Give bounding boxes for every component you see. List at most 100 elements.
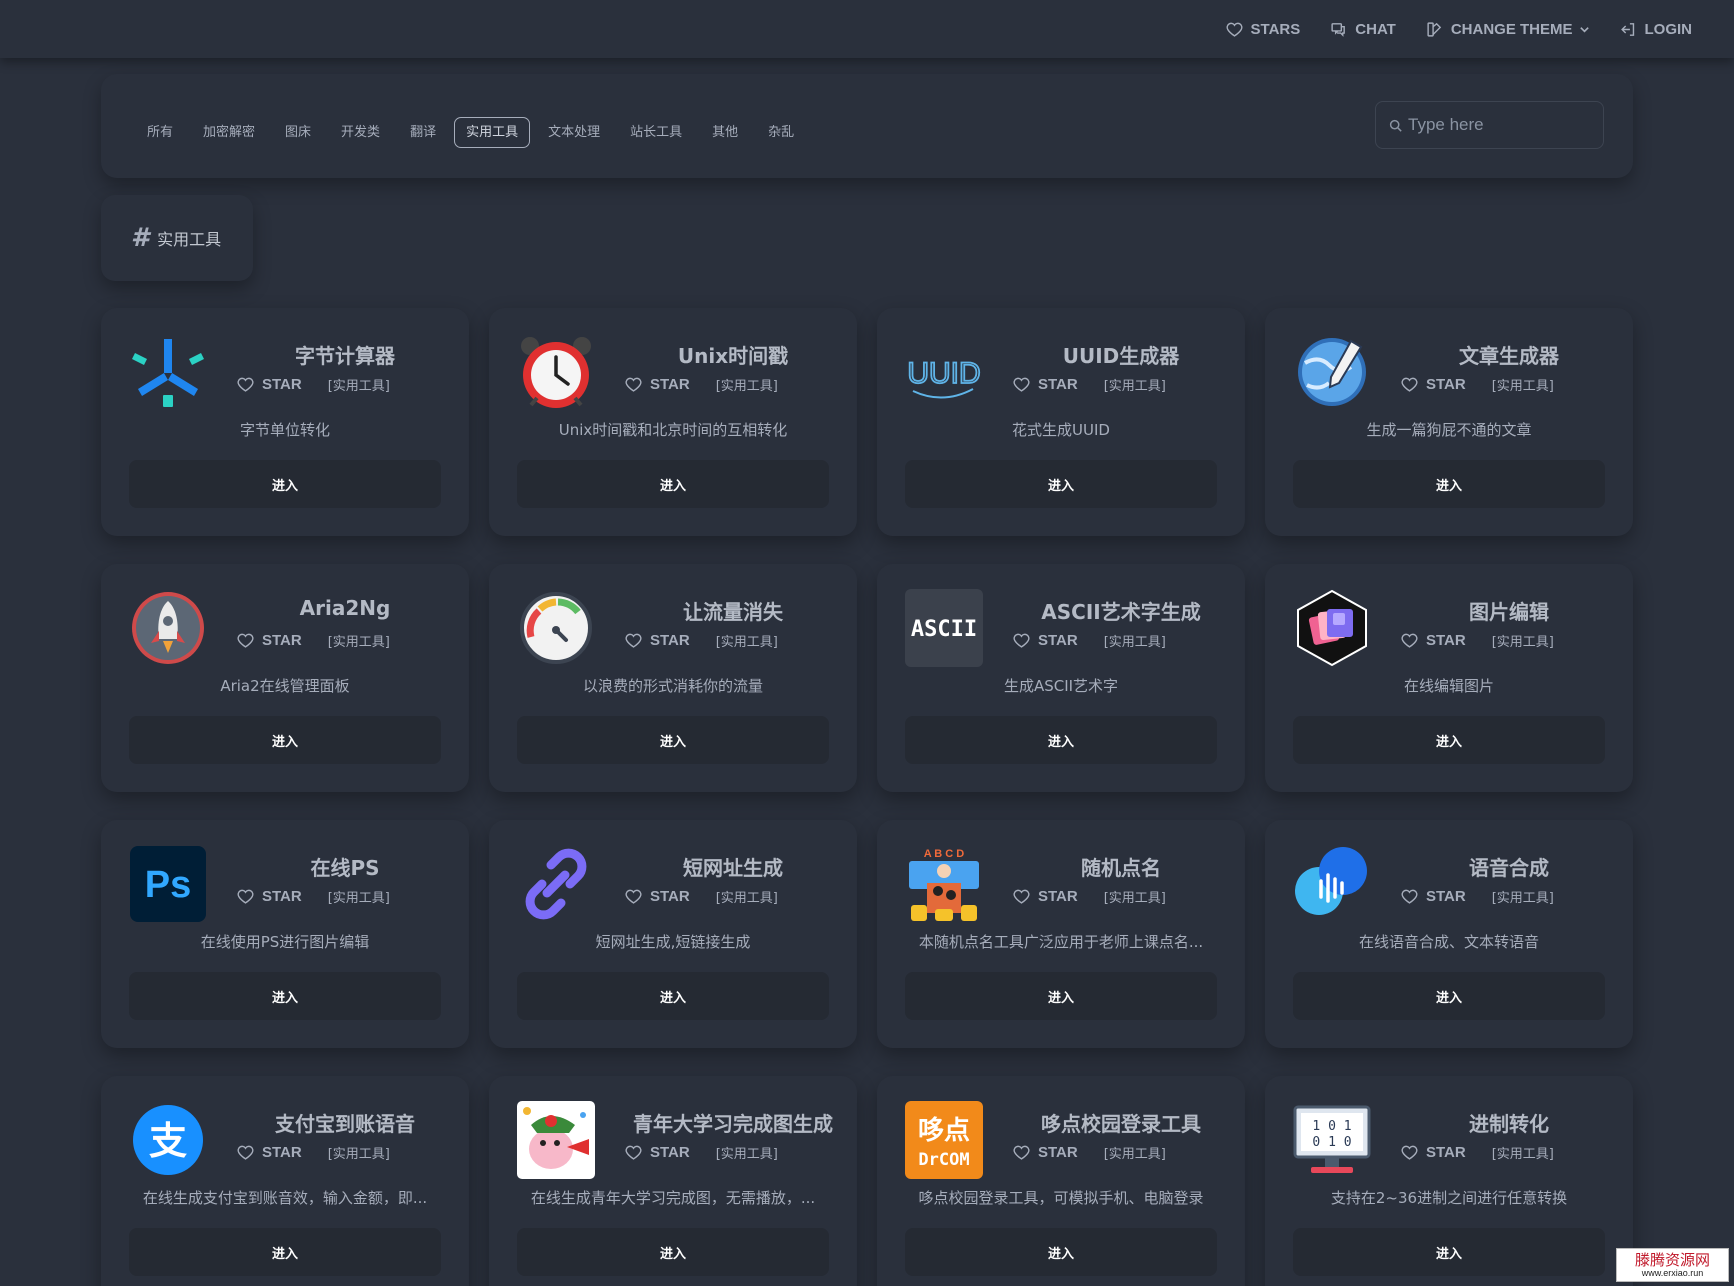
svg-text:DrCOM: DrCOM xyxy=(918,1150,969,1170)
search-box[interactable] xyxy=(1375,101,1604,149)
category-tab-1[interactable]: 加密解密 xyxy=(191,117,267,148)
star-button[interactable]: STAR xyxy=(237,632,302,649)
star-label: STAR xyxy=(650,376,690,393)
enter-button[interactable]: 进入 xyxy=(1293,972,1605,1020)
svg-text:支: 支 xyxy=(149,1119,187,1163)
enter-button[interactable]: 进入 xyxy=(1293,716,1605,764)
category-tag: [实用工具] xyxy=(1103,1147,1166,1162)
star-button[interactable]: STAR xyxy=(1013,632,1078,649)
enter-button[interactable]: 进入 xyxy=(905,972,1217,1020)
search-input[interactable] xyxy=(1408,115,1598,135)
category-tag: [实用工具] xyxy=(327,891,390,906)
tool-card: 支 支付宝到账语音 STAR [实用工具] 在线生成支付宝到账音效，输入金额，即... 进… xyxy=(101,1076,469,1286)
star-button[interactable]: STAR xyxy=(237,376,302,393)
category-tag: [实用工具] xyxy=(715,379,778,394)
login-icon xyxy=(1620,22,1634,36)
tool-meta: STAR [实用工具] xyxy=(625,887,778,906)
category-tag: [实用工具] xyxy=(1103,635,1166,650)
tool-title: 短网址生成 xyxy=(683,856,783,880)
enter-button[interactable]: 进入 xyxy=(517,972,829,1020)
star-button[interactable]: STAR xyxy=(1401,632,1466,649)
tool-title: 让流量消失 xyxy=(683,600,783,624)
tool-title: Aria2Ng xyxy=(299,596,391,620)
category-tab-0[interactable]: 所有 xyxy=(135,117,185,148)
category-tag: [实用工具] xyxy=(1103,379,1166,394)
tool-description: 在线语音合成、文本转语音 xyxy=(1358,933,1539,951)
tool-description: 花式生成UUID xyxy=(1012,421,1110,439)
tool-meta: STAR [实用工具] xyxy=(237,375,390,394)
tool-card: Unix时间戳 STAR [实用工具] Unix时间戳和北京时间的互相转化 进入 xyxy=(489,308,857,536)
tool-title: 哆点校园登录工具 xyxy=(1041,1112,1201,1136)
heart-icon xyxy=(1401,633,1418,648)
enter-button[interactable]: 进入 xyxy=(129,716,441,764)
category-tab-7[interactable]: 站长工具 xyxy=(618,117,694,148)
tool-meta: STAR [实用工具] xyxy=(1013,375,1166,394)
watermark: 滕腾资源网 www.erxiao.run xyxy=(1616,1248,1729,1282)
gauge-icon xyxy=(517,589,595,667)
enter-button[interactable]: 进入 xyxy=(905,460,1217,508)
change-theme-button[interactable]: CHANGE THEME xyxy=(1412,9,1604,49)
star-label: STAR xyxy=(1426,632,1466,649)
heart-icon xyxy=(1226,22,1243,37)
voice-icon xyxy=(1293,845,1371,923)
enter-button[interactable]: 进入 xyxy=(517,1228,829,1276)
enter-button[interactable]: 进入 xyxy=(905,716,1217,764)
tool-card: 1 0 10 1 0 进制转化 STAR [实用工具] 支持在2~36进制之间进行任意转… xyxy=(1265,1076,1633,1286)
star-button[interactable]: STAR xyxy=(1401,1144,1466,1161)
category-tab-3[interactable]: 开发类 xyxy=(329,117,392,148)
star-button[interactable]: STAR xyxy=(625,1144,690,1161)
tool-card: 让流量消失 STAR [实用工具] 以浪费的形式消耗你的流量 进入 xyxy=(489,564,857,792)
enter-button[interactable]: 进入 xyxy=(129,972,441,1020)
enter-button[interactable]: 进入 xyxy=(905,1228,1217,1276)
tool-description: 生成一篇狗屁不通的文章 xyxy=(1366,421,1532,439)
tool-title: 语音合成 xyxy=(1469,856,1549,880)
tool-description: 在线生成青年大学习完成图，无需播放，... xyxy=(530,1189,816,1207)
star-button[interactable]: STAR xyxy=(1401,376,1466,393)
tool-description: 哆点校园登录工具，可模拟手机、电脑登录 xyxy=(918,1189,1204,1207)
star-button[interactable]: STAR xyxy=(237,888,302,905)
star-button[interactable]: STAR xyxy=(625,376,690,393)
enter-button[interactable]: 进入 xyxy=(517,716,829,764)
category-tab-2[interactable]: 图床 xyxy=(273,117,323,148)
star-button[interactable]: STAR xyxy=(625,632,690,649)
heart-icon xyxy=(237,889,254,904)
star-button[interactable]: STAR xyxy=(1013,1144,1078,1161)
star-label: STAR xyxy=(650,888,690,905)
chat-button[interactable]: CHAT xyxy=(1316,9,1410,49)
enter-button[interactable]: 进入 xyxy=(517,460,829,508)
watermark-text: 滕腾资源网 xyxy=(1634,1250,1710,1269)
category-tab-6[interactable]: 文本处理 xyxy=(536,117,612,148)
star-button[interactable]: STAR xyxy=(1013,888,1078,905)
enter-button[interactable]: 进入 xyxy=(129,460,441,508)
section-label: 实用工具 xyxy=(157,230,222,249)
star-button[interactable]: STAR xyxy=(625,888,690,905)
tool-title: ASCII艺术字生成 xyxy=(1041,600,1201,624)
tool-title: 图片编辑 xyxy=(1469,600,1549,624)
star-button[interactable]: STAR xyxy=(237,1144,302,1161)
tool-title: 进制转化 xyxy=(1469,1112,1549,1136)
category-tab-4[interactable]: 翻译 xyxy=(398,117,448,148)
stars-button[interactable]: STARS xyxy=(1212,9,1315,49)
login-button[interactable]: LOGIN xyxy=(1606,9,1707,49)
tool-description: 支持在2~36进制之间进行任意转换 xyxy=(1330,1189,1568,1207)
enter-button[interactable]: 进入 xyxy=(1293,1228,1605,1276)
enter-button[interactable]: 进入 xyxy=(129,1228,441,1276)
category-tab-8[interactable]: 其他 xyxy=(700,117,750,148)
category-tab-9[interactable]: 杂乱 xyxy=(756,117,806,148)
stars-label: STARS xyxy=(1250,20,1301,38)
svg-text:UUID: UUID xyxy=(907,357,980,390)
alarm-clock-icon xyxy=(517,333,595,411)
image-edit-icon xyxy=(1293,589,1371,667)
star-label: STAR xyxy=(1038,1144,1078,1161)
enter-button[interactable]: 进入 xyxy=(1293,460,1605,508)
star-button[interactable]: STAR xyxy=(1401,888,1466,905)
tool-card: A B C D 随机点名 STAR [实用工具] 本随机点名工具广泛应用于老师上课点名.… xyxy=(877,820,1245,1048)
tool-description: 在线生成支付宝到账音效，输入金额，即... xyxy=(142,1189,428,1207)
heart-icon xyxy=(1401,377,1418,392)
tool-meta: STAR [实用工具] xyxy=(625,375,778,394)
heart-icon xyxy=(1401,889,1418,904)
tool-description: 在线编辑图片 xyxy=(1403,677,1494,695)
star-button[interactable]: STAR xyxy=(1013,376,1078,393)
category-tag: [实用工具] xyxy=(327,379,390,394)
category-tab-5[interactable]: 实用工具 xyxy=(454,117,531,148)
